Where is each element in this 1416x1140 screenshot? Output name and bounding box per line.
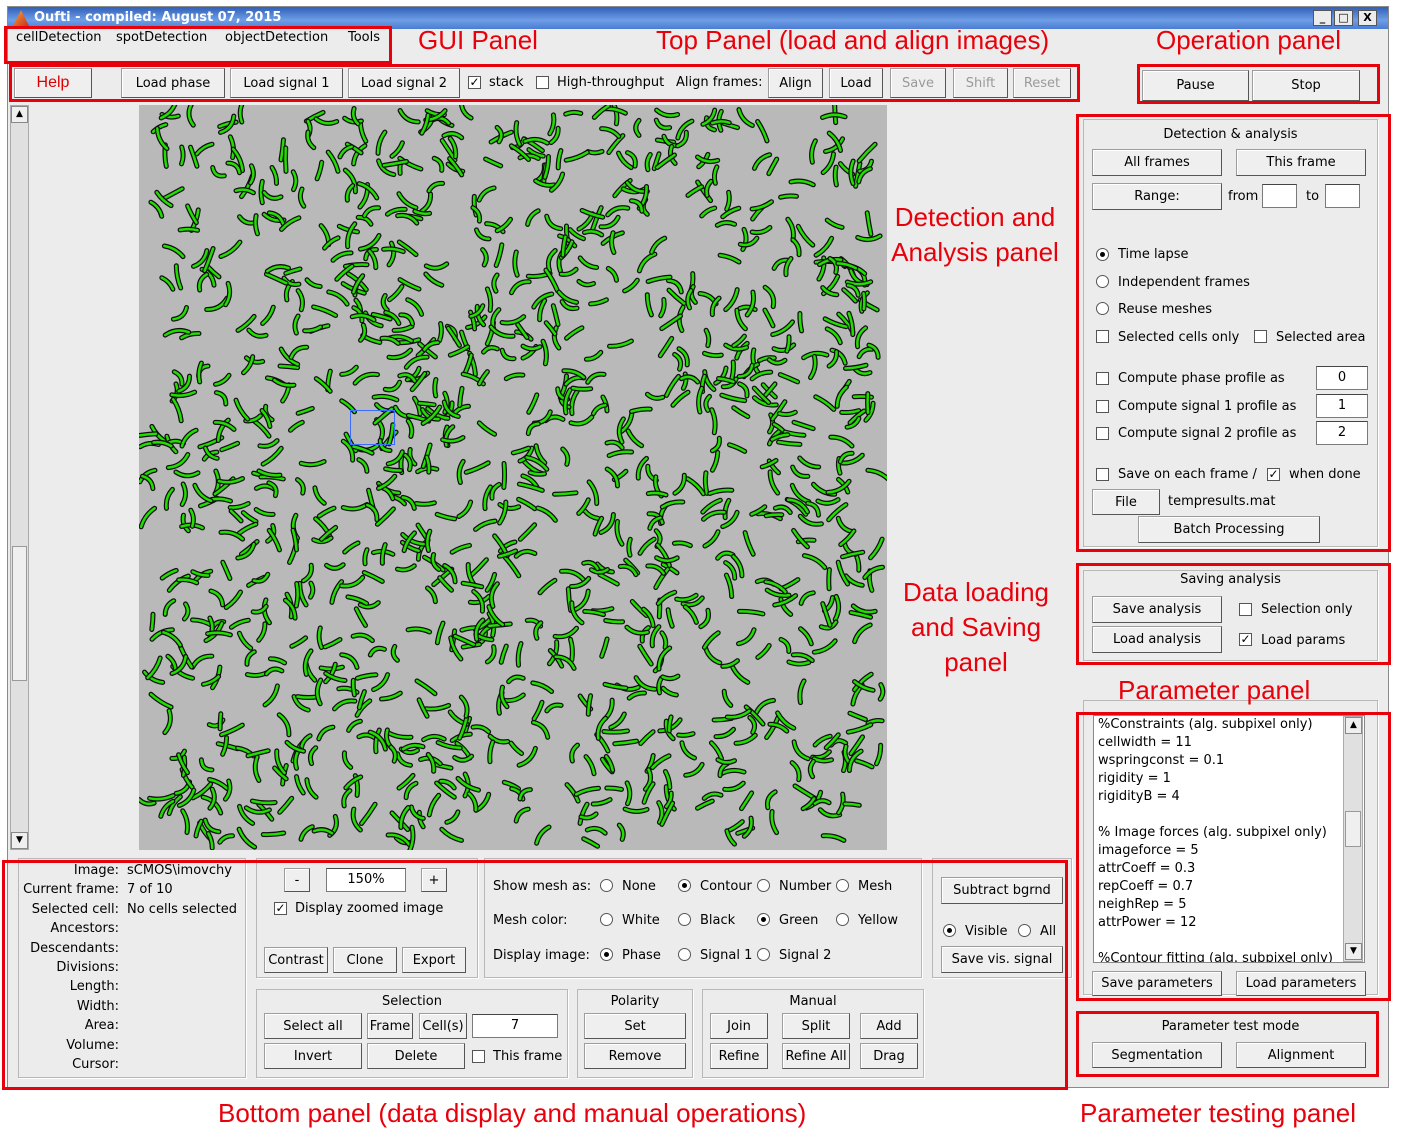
cell-contour	[178, 227, 199, 232]
parameter-panel-highlight	[1076, 712, 1391, 1001]
cell-contour	[415, 679, 437, 695]
cell-contour	[605, 786, 623, 791]
scroll-down-icon[interactable]: ▼	[11, 832, 28, 849]
cell-body	[852, 622, 873, 645]
cell-contour	[607, 134, 625, 154]
detection-panel-annotation: Detection and Analysis panel	[891, 202, 1059, 267]
cell-contour	[659, 337, 673, 357]
cell-contour	[418, 402, 436, 407]
operation-panel-highlight	[1137, 64, 1380, 104]
cell-contour	[842, 288, 857, 303]
cell-contour	[141, 474, 155, 490]
cell-contour	[468, 558, 488, 578]
testing-panel-highlight	[1076, 1011, 1379, 1077]
cell-contour	[503, 555, 521, 578]
testing-panel-annotation: Parameter testing panel	[1080, 1098, 1357, 1128]
cell-contour	[438, 576, 453, 592]
cell-contour	[799, 591, 815, 605]
cell-contour	[477, 186, 496, 202]
cell-contour	[740, 791, 753, 810]
cell-contour	[604, 619, 624, 624]
cell-contour	[665, 375, 680, 397]
cell-contour	[764, 513, 784, 518]
cell-contour	[857, 142, 877, 163]
cell-contour	[376, 507, 395, 526]
top-panel-highlight	[9, 64, 1080, 102]
cell-contour	[433, 378, 438, 398]
window-title: Oufti - compiled: August 07, 2015	[34, 10, 282, 25]
top-panel-annotation: Top Panel (load and align images)	[656, 25, 1050, 55]
parameter-panel-annotation: Parameter panel	[1118, 675, 1311, 705]
cell-contour	[702, 510, 726, 521]
cell-contour	[360, 802, 377, 825]
cell-contour	[278, 364, 299, 369]
cell-contour	[814, 395, 836, 411]
cell-contour	[829, 435, 854, 448]
cell-contour	[793, 784, 816, 800]
bottom-panel-highlight	[2, 860, 1068, 1090]
scroll-up-icon[interactable]: ▲	[11, 106, 28, 123]
scroll-thumb[interactable]	[12, 546, 27, 681]
cell-contour	[236, 315, 256, 332]
saving-panel-highlight	[1076, 563, 1391, 665]
cell-mesh-overlay	[139, 105, 887, 850]
cell-contour	[638, 644, 653, 666]
cell-contour	[453, 634, 475, 646]
cell-contour	[218, 712, 223, 731]
cell-contour	[519, 523, 536, 541]
cell-body	[636, 251, 658, 274]
cell-contour	[843, 802, 861, 807]
cell-contour	[149, 693, 173, 709]
bottom-panel-annotation: Bottom panel (data display and manual op…	[218, 1098, 807, 1128]
image-scrollbar[interactable]: ▲ ▼	[10, 105, 29, 850]
cell-contour	[278, 797, 293, 814]
cell-contour	[538, 579, 557, 595]
cell-image[interactable]	[139, 105, 887, 850]
cell-contour	[639, 730, 655, 745]
cell-contour	[161, 187, 184, 201]
cell-contour	[139, 432, 158, 437]
cell-contour	[553, 491, 578, 496]
cell-contour	[779, 194, 798, 199]
cell-contour	[598, 573, 619, 586]
selection-box[interactable]	[350, 410, 395, 445]
gui-panel-annotation: GUI Panel	[418, 25, 538, 55]
cell-contour	[284, 146, 288, 173]
detection-panel-highlight	[1076, 114, 1391, 552]
cell-contour	[602, 729, 629, 734]
cell-contour	[571, 386, 592, 391]
operation-panel-annotation: Operation panel	[1156, 25, 1342, 55]
cell-contour	[862, 292, 866, 311]
cell-contour	[833, 165, 838, 187]
cell-contour	[296, 695, 319, 699]
data-panel-annotation: Data loading and Saving panel	[903, 577, 1049, 677]
cell-contour	[827, 568, 831, 590]
cell-contour	[351, 678, 356, 697]
cell-contour	[415, 501, 436, 506]
cell-contour	[839, 529, 856, 546]
cell-contour	[150, 612, 155, 631]
cell-contour	[593, 105, 610, 119]
gui-panel-highlight	[4, 26, 392, 64]
close-button[interactable]: X	[1358, 10, 1377, 26]
matlab-logo-icon	[13, 10, 29, 26]
cell-contour	[295, 582, 299, 608]
cell-contour	[671, 390, 690, 407]
cell-contour	[502, 462, 506, 489]
